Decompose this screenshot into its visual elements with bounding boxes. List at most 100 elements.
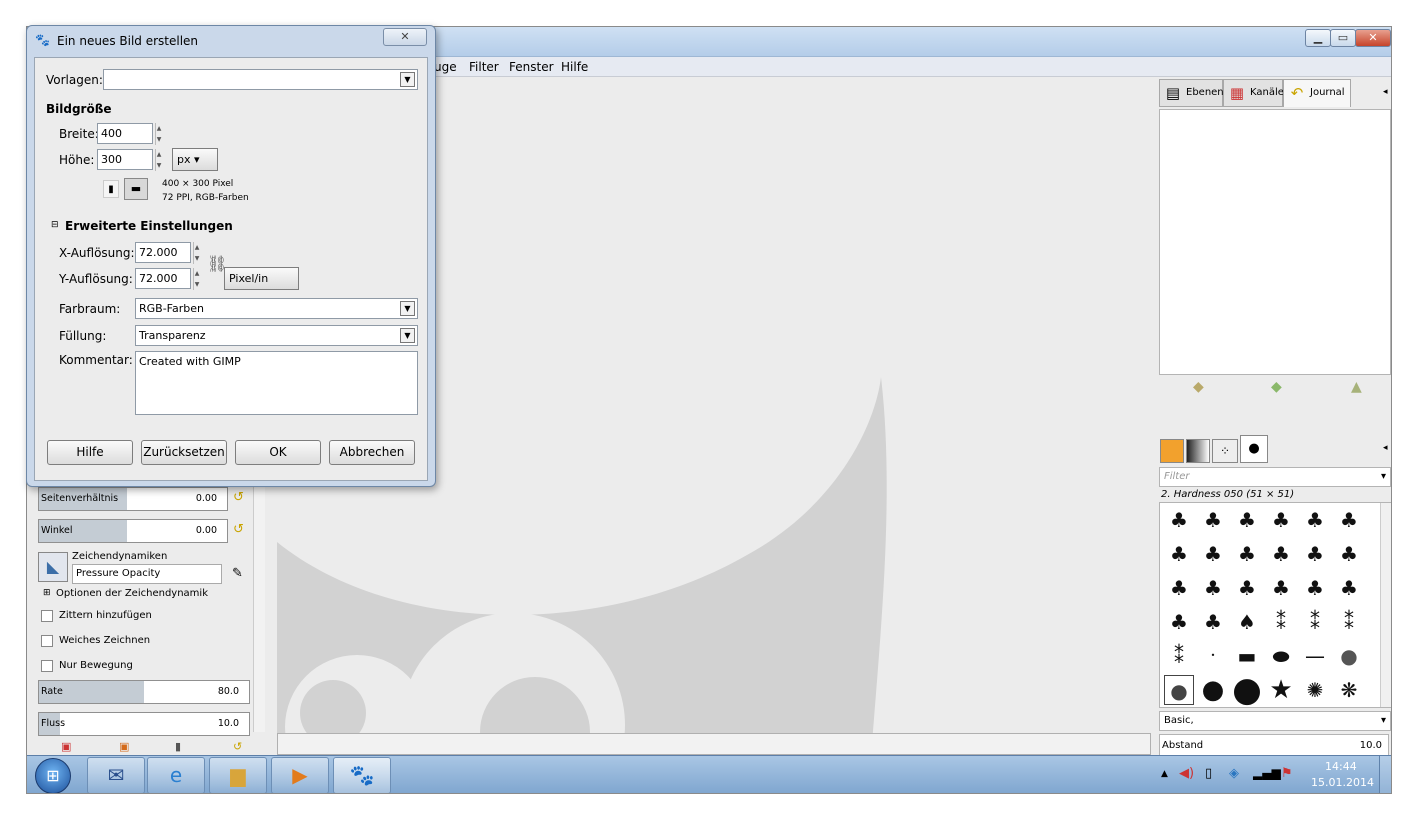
ok-button[interactable]: OK <box>235 440 321 465</box>
portrait-button[interactable]: ▮ <box>103 180 119 198</box>
close-button[interactable]: ✕ <box>1355 29 1391 47</box>
tree-brush[interactable]: ♣ <box>1198 505 1228 535</box>
usb-icon[interactable]: ▯ <box>1205 766 1212 781</box>
explorer-taskbar-button[interactable]: ▆ <box>209 757 267 793</box>
farbraum-select[interactable]: RGB-Farben ▼ <box>135 298 418 319</box>
internet-explorer-taskbar-button[interactable]: e <box>147 757 205 793</box>
maximize-button[interactable]: ▭ <box>1330 29 1356 47</box>
brush-grid-scrollbar[interactable] <box>1380 503 1391 707</box>
tab-kanaele[interactable]: ▦ Kanäle <box>1223 79 1284 107</box>
dropbox-icon[interactable]: ◈ <box>1229 766 1239 781</box>
tree-brush[interactable]: ♣ <box>1198 573 1228 603</box>
tree-brush[interactable]: ♣ <box>1334 573 1364 603</box>
fuellung-select[interactable]: Transparenz ▼ <box>135 325 418 346</box>
clear-history-button[interactable]: ▲ <box>1351 379 1362 395</box>
vorlagen-select[interactable]: ▼ <box>103 69 418 90</box>
thin-line-brush[interactable]: — <box>1300 641 1330 671</box>
canvas-hscroll[interactable] <box>277 733 1151 755</box>
y-aufloesung-spinner[interactable]: ▲ ▼ <box>193 268 200 290</box>
weiches-checkbox[interactable] <box>41 635 53 647</box>
hardness-050-brush[interactable]: ● <box>1164 675 1194 705</box>
footprint-brush[interactable]: ⁑ <box>1300 607 1330 637</box>
winkel-slider[interactable]: Winkel 0.00 <box>38 519 228 543</box>
unit-select[interactable]: px ▾ <box>172 148 218 171</box>
gimp-taskbar-button[interactable]: 🐾 <box>333 757 391 793</box>
ellipse-brush[interactable]: ⬬ <box>1266 641 1296 671</box>
tree-brush[interactable]: ♠ <box>1232 607 1262 637</box>
tree-brush[interactable]: ♣ <box>1300 573 1330 603</box>
star-brush[interactable]: ★ <box>1266 675 1296 705</box>
x-aufloesung-input[interactable]: 72.000 <box>135 242 191 263</box>
undo-button[interactable]: ◆ <box>1193 379 1204 395</box>
erweitert-heading[interactable]: Erweiterte Einstellungen <box>65 219 233 233</box>
hoehe-input[interactable]: 300 <box>97 149 153 170</box>
clock-date[interactable]: 15.01.2014 <box>1311 776 1374 789</box>
tool-options-scrollbar[interactable] <box>253 482 265 732</box>
zuruecksetzen-button[interactable]: Zurücksetzen <box>141 440 227 465</box>
fluss-slider[interactable]: Fluss 10.0 <box>38 712 250 736</box>
menu-fenster[interactable]: Fenster <box>509 60 554 74</box>
tree-brush[interactable]: ♣ <box>1232 573 1262 603</box>
tree-brush[interactable]: ♣ <box>1300 505 1330 535</box>
expand-icon[interactable]: ⊞ <box>43 588 51 598</box>
hilfe-button[interactable]: Hilfe <box>47 440 133 465</box>
tree-brush[interactable]: ♣ <box>1232 505 1262 535</box>
breite-spinner[interactable]: ▲ ▼ <box>155 123 162 145</box>
tab-ebenen[interactable]: ▤ Ebenen <box>1159 79 1224 107</box>
tab-foreground-color[interactable] <box>1160 439 1184 463</box>
dynamics-icon[interactable]: ◣ <box>38 552 68 582</box>
action-center-icon[interactable]: ⚑ <box>1281 766 1293 781</box>
optionen-dynamik-label[interactable]: Optionen der Zeichendynamik <box>56 588 208 599</box>
dot-brush[interactable]: • <box>1198 641 1228 671</box>
rate-slider[interactable]: Rate 80.0 <box>38 680 250 704</box>
redo-button[interactable]: ◆ <box>1271 379 1282 395</box>
minimize-button[interactable]: ▁ <box>1305 29 1331 47</box>
tree-brush[interactable]: ♣ <box>1300 539 1330 569</box>
undo-history-list[interactable] <box>1159 109 1391 375</box>
restore-options-icon[interactable]: ▣ <box>119 740 129 753</box>
tree-brush[interactable]: ♣ <box>1164 505 1194 535</box>
footprint-brush[interactable]: ⁑ <box>1164 641 1194 671</box>
tree-brush[interactable]: ♣ <box>1164 607 1194 637</box>
dialog-close-button[interactable]: ✕ <box>383 28 427 46</box>
dock-menu-arrow-icon-2[interactable]: ◂ <box>1383 443 1388 453</box>
tree-brush[interactable]: ♣ <box>1232 539 1262 569</box>
brush-grid[interactable]: ♣ ♣ ♣ ♣ ♣ ♣ ♣ ♣ ♣ ♣ ♣ ♣ ♣ ♣ ♣ ♣ ♣ ♣ ♣ ♣ … <box>1159 502 1391 708</box>
footprint-brush[interactable]: ⁑ <box>1266 607 1296 637</box>
footprint-brush[interactable]: ⁑ <box>1334 607 1364 637</box>
clock-time[interactable]: 14:44 <box>1325 760 1357 773</box>
tree-brush[interactable]: ♣ <box>1266 573 1296 603</box>
texture-brush[interactable]: ❋ <box>1334 675 1364 705</box>
menu-hilfe[interactable]: Hilfe <box>561 60 588 74</box>
tree-brush[interactable]: ♣ <box>1334 505 1364 535</box>
hardness-075-brush[interactable]: ● <box>1198 675 1228 705</box>
y-aufloesung-input[interactable]: 72.000 <box>135 268 191 289</box>
menu-filter[interactable]: Filter <box>469 60 499 74</box>
tree-brush[interactable]: ♣ <box>1198 607 1228 637</box>
brush-preset-select[interactable]: Basic, ▾ <box>1159 711 1391 731</box>
menu-tools-partial[interactable]: uge <box>434 60 457 74</box>
show-hidden-icons-icon[interactable]: ▲ <box>1161 769 1168 779</box>
volume-icon[interactable]: ◀) <box>1179 766 1194 781</box>
tree-brush[interactable]: ♣ <box>1266 505 1296 535</box>
resolution-unit-select[interactable]: Pixel/in <box>224 267 299 290</box>
show-desktop-button[interactable] <box>1379 756 1391 793</box>
tree-brush[interactable]: ♣ <box>1198 539 1228 569</box>
tree-brush[interactable]: ♣ <box>1164 539 1194 569</box>
tab-journal[interactable]: ↶ Journal <box>1283 79 1351 107</box>
start-button[interactable]: ⊞ <box>35 758 71 793</box>
tree-brush[interactable]: ♣ <box>1334 539 1364 569</box>
kommentar-textarea[interactable]: Created with GIMP <box>135 351 418 415</box>
network-icon[interactable]: ▂▄▆ <box>1253 766 1281 780</box>
reset-options-icon[interactable]: ↺ <box>233 740 242 753</box>
tab-brushes[interactable]: ● <box>1240 435 1268 463</box>
reset-seitenverhaeltnis-icon[interactable]: ↺ <box>233 490 244 505</box>
hardness-100-brush[interactable]: ● <box>1232 673 1262 707</box>
nur-bewegung-checkbox[interactable] <box>41 660 53 672</box>
media-player-taskbar-button[interactable]: ▶ <box>271 757 329 793</box>
zeichendynamiken-field[interactable]: Pressure Opacity <box>72 564 222 584</box>
landscape-button[interactable]: ▬ <box>124 178 148 200</box>
fuzzy-brush[interactable]: ● <box>1334 641 1364 671</box>
brush-filter-field[interactable]: Filter ▾ <box>1159 467 1391 487</box>
x-aufloesung-spinner[interactable]: ▲ ▼ <box>193 242 200 264</box>
